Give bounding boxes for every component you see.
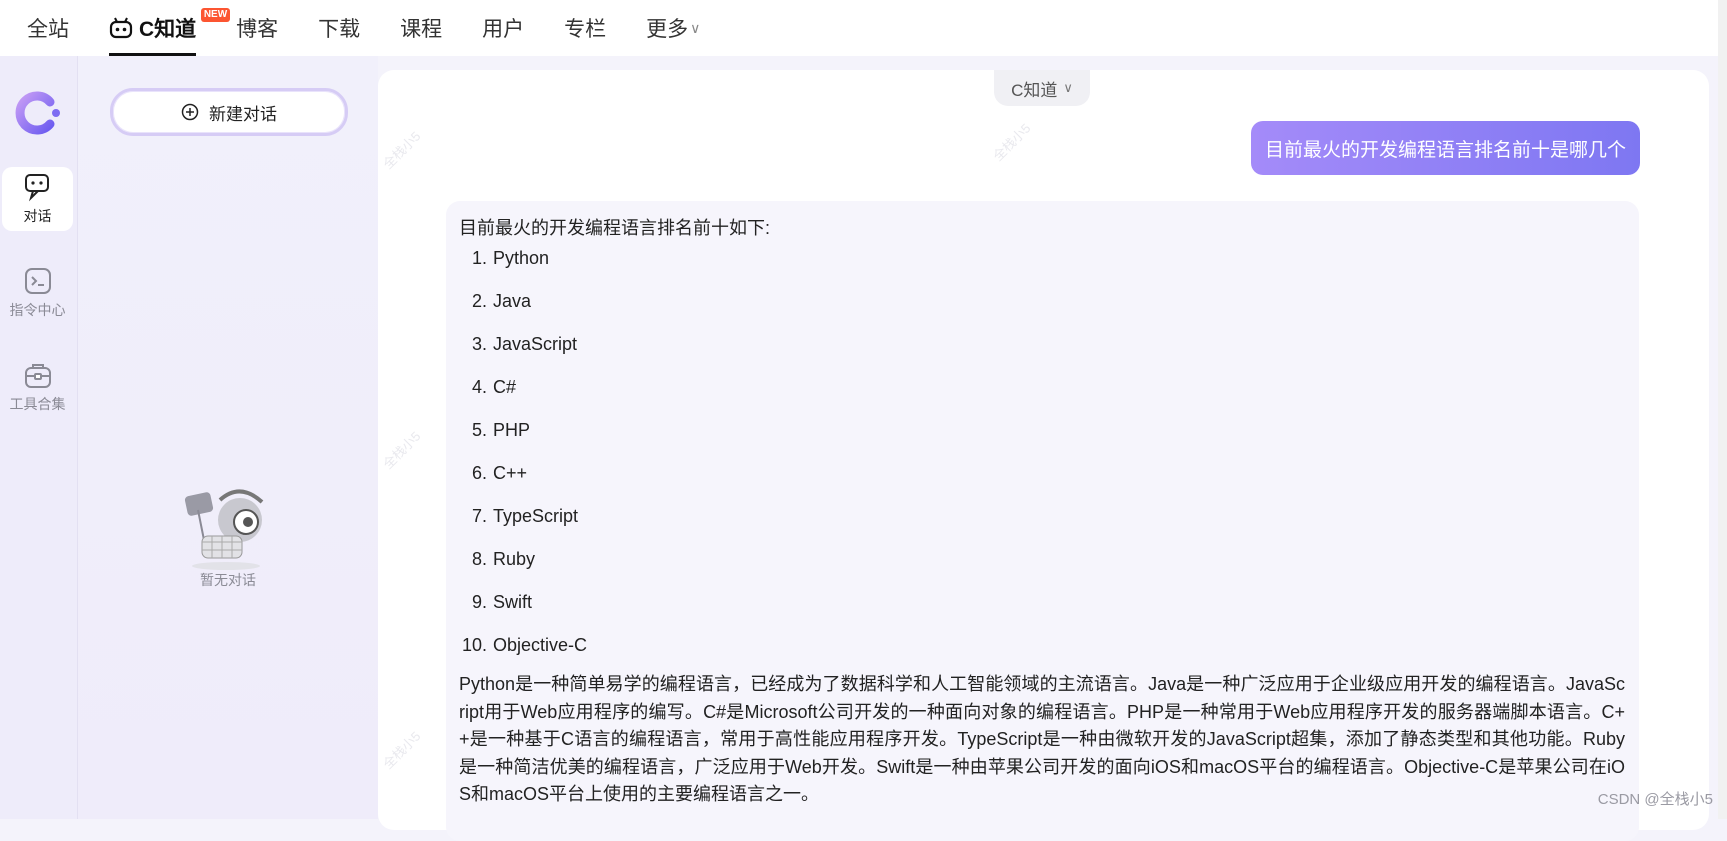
watermark: 全栈小5 [380,428,424,472]
answer-paragraph: Python是一种简单易学的编程语言，已经成为了数据科学和人工智能领域的主流语言… [459,674,1625,804]
nav-download-label: 下载 [318,18,361,41]
list-number: 5. [471,420,487,440]
plus-circle-icon [181,103,199,121]
watermark: 全栈小5 [380,128,424,172]
watermark: 全栈小5 [380,728,424,772]
list-text: C# [493,377,517,397]
new-badge: NEW [200,8,231,22]
left-rail: 对话 指令中心 工具合集 [0,56,78,819]
nav-more-label: 更多 [646,18,689,41]
assistant-answer-bubble: 目前最火的开发编程语言排名前十如下: 1. Python 2. Java 3. Jav… [446,201,1639,841]
nav-all[interactable]: 全站 [27,0,69,56]
nav-user[interactable]: 用户 [482,0,524,56]
list-item: 5. PHP [459,417,1625,460]
list-number: 8. [471,549,487,569]
nav-course-label: 课程 [400,18,443,41]
user-message-text: 目前最火的开发编程语言排名前十是哪几个 [1264,139,1626,161]
user-message-bubble: 目前最火的开发编程语言排名前十是哪几个 [1250,121,1640,175]
list-item: 7. TypeScript [459,503,1625,546]
nav-course[interactable]: 课程 [400,0,442,56]
list-text: Ruby [493,549,536,569]
top-navigation: 全站 C知道 NEW 博客 下载 课程 用户 专栏 更多 ∨ [0,0,1727,56]
list-item: 3. JavaScript [459,331,1625,374]
list-item: 8. Ruby [459,546,1625,589]
list-text: Objective-C [493,635,588,655]
list-number: 1. [471,248,487,268]
nav-user-label: 用户 [482,18,525,41]
list-item: 2. Java [459,288,1625,331]
nav-column[interactable]: 专栏 [564,0,606,56]
watermark: 全栈小5 [990,120,1034,164]
language-list: 1. Python 2. Java 3. JavaScript 4. C# 5. PHP … [459,245,1625,675]
list-text: JavaScript [493,334,578,354]
list-text: C++ [493,463,528,483]
nav-download[interactable]: 下载 [318,0,360,56]
list-text: Python [493,248,550,268]
cknow-logo [15,91,60,135]
new-chat-button[interactable]: 新建对话 [110,88,348,136]
nav-cknow-label: C知道 [139,18,197,41]
empty-conversations-text: 暂无对话 [200,572,256,588]
answer-intro: 目前最火的开发编程语言排名前十如下: [459,218,770,238]
model-selector[interactable]: C知道 ∨ [994,70,1090,106]
list-item: 6. C++ [459,460,1625,503]
nav-column-label: 专栏 [564,18,607,41]
list-item: 4. C# [459,374,1625,417]
rail-item-chat[interactable]: 对话 [2,167,73,231]
list-number: 7. [471,506,487,526]
conversation-sidebar: 新建对话 暂无对话 [78,56,378,819]
list-text: PHP [493,420,531,440]
list-number: 6. [471,463,487,483]
list-text: TypeScript [493,506,579,526]
list-item: 10. Objective-C [459,632,1625,675]
nav-blog[interactable]: 博客 [236,0,278,56]
csdn-watermark: CSDN @全栈小5 [1597,791,1713,808]
list-number: 3. [471,334,487,354]
list-number: 4. [471,377,487,397]
rail-item-commands-label: 指令中心 [9,302,66,318]
list-item: 1. Python [459,245,1625,288]
toolbox-icon [24,364,51,388]
list-number: 10. [461,635,487,655]
rail-item-chat-label: 对话 [23,208,52,224]
page-scrollbar[interactable] [1718,0,1727,819]
terminal-icon [24,268,51,294]
list-item: 9. Swift [459,589,1625,632]
list-number: 9. [471,592,487,612]
nav-all-label: 全站 [27,18,69,41]
model-label: C知道 [1011,80,1058,100]
list-text: Swift [493,592,533,612]
chat-icon [24,174,49,202]
rail-item-tools[interactable]: 工具合集 [2,355,73,419]
list-number: 2. [471,291,487,311]
rail-item-tools-label: 工具合集 [9,396,66,412]
empty-state-illustration [184,489,264,570]
chevron-down-icon: ∨ [690,19,701,36]
new-chat-label: 新建对话 [209,104,277,124]
nav-more[interactable]: 更多 ∨ [646,0,700,56]
chevron-down-icon: ∨ [1063,80,1073,95]
nav-cknow[interactable]: C知道 NEW [109,0,231,56]
list-text: Java [493,291,532,311]
nav-blog-label: 博客 [236,18,279,41]
rail-item-commands[interactable]: 指令中心 [2,261,73,325]
chat-panel: C知道 ∨ 全栈小5 全栈小5 全栈小5 全栈小5 全栈小5 全栈小5 全栈小5… [378,70,1709,841]
robot-icon [109,17,133,39]
